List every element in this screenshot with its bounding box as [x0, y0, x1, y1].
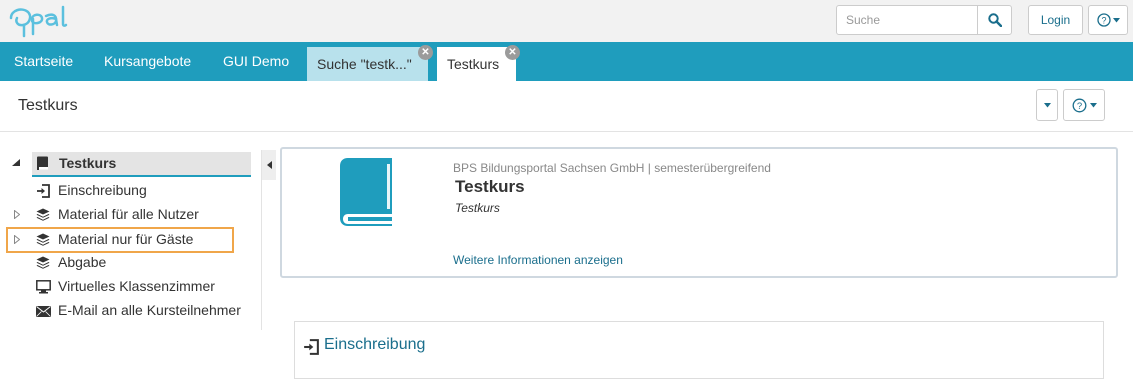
expanded-triangle-icon[interactable] [12, 159, 20, 166]
search-input[interactable] [837, 6, 978, 34]
tab-label: Suche "testk..." [317, 56, 412, 72]
course-info-card: BPS Bildungsportal Sachsen GmbH | semest… [280, 147, 1118, 278]
course-navigation-tree: Testkurs Einschreibung Material für alle… [0, 132, 262, 384]
chevron-down-icon [1112, 17, 1120, 22]
tree-item-abgabe[interactable]: Abgabe [0, 252, 250, 274]
chevron-left-icon [266, 161, 272, 169]
login-button[interactable]: Login [1028, 5, 1083, 35]
search-box [836, 5, 1012, 35]
tree-item-material-gaeste[interactable]: Material nur für Gäste [6, 227, 234, 253]
chevron-down-icon [1089, 102, 1097, 107]
envelope-icon [36, 306, 51, 317]
collapse-sidebar-button[interactable] [262, 150, 276, 180]
course-subtitle: Testkurs [455, 201, 500, 215]
tree-item-material-alle-nutzer[interactable]: Material für alle Nutzer [0, 204, 250, 226]
enrollment-icon [304, 339, 319, 355]
page-title: Testkurs [18, 97, 78, 114]
course-title: Testkurs [455, 177, 525, 196]
book-icon [340, 158, 392, 226]
enrollment-panel: Einschreibung [294, 321, 1104, 379]
course-help-button[interactable]: ? [1063, 89, 1105, 121]
help-icon: ? [1096, 13, 1111, 27]
page-title-bar: Testkurs ? [0, 81, 1133, 132]
svg-text:?: ? [1076, 101, 1081, 112]
nav-item-kursangebote[interactable]: Kursangebote [104, 42, 191, 81]
collapsed-triangle-icon[interactable] [14, 210, 20, 219]
tree-root-testkurs[interactable]: Testkurs [8, 152, 251, 177]
close-testkurs-tab-icon[interactable]: ✕ [505, 45, 520, 60]
search-button[interactable] [978, 6, 1012, 34]
opal-logo[interactable] [8, 4, 80, 38]
nav-item-startseite[interactable]: Startseite [14, 42, 73, 81]
tree-item-label: Material für alle Nutzer [58, 206, 199, 222]
main-navigation: Startseite Kursangebote GUI Demo Suche "… [0, 42, 1133, 81]
more-info-link[interactable]: Weitere Informationen anzeigen [453, 253, 623, 267]
tree-item-email-kursteilnehmer[interactable]: E-Mail an alle Kursteilnehmer [0, 300, 250, 322]
tree-item-label: E-Mail an alle Kursteilnehmer [58, 302, 241, 318]
course-tools-dropdown-button[interactable] [1036, 89, 1058, 121]
layers-icon [36, 233, 50, 246]
tree-item-label: Material nur für Gäste [58, 231, 194, 247]
book-icon [37, 156, 48, 170]
help-icon: ? [1072, 98, 1086, 112]
help-menu-button[interactable]: ? [1088, 5, 1128, 35]
course-provider: BPS Bildungsportal Sachsen GmbH | semest… [453, 161, 771, 175]
tab-label: Testkurs [447, 56, 500, 72]
close-search-tab-icon[interactable]: ✕ [418, 45, 433, 60]
tree-item-label: Abgabe [58, 254, 107, 270]
svg-text:?: ? [1101, 16, 1106, 26]
tab-search-results[interactable]: Suche "testk..." [307, 47, 428, 81]
search-icon [988, 13, 1002, 27]
tree-item-label: Einschreibung [58, 182, 147, 198]
tree-item-virtuelles-klassenzimmer[interactable]: Virtuelles Klassenzimmer [0, 276, 250, 298]
top-header: Login ? [0, 0, 1133, 42]
enrollment-icon [37, 184, 50, 198]
collapsed-triangle-icon[interactable] [14, 235, 20, 244]
layers-icon [36, 208, 50, 221]
enrollment-link[interactable]: Einschreibung [324, 336, 425, 354]
nav-item-gui-demo[interactable]: GUI Demo [223, 42, 289, 81]
tree-item-label: Virtuelles Klassenzimmer [58, 278, 215, 294]
tree-item-einschreibung[interactable]: Einschreibung [0, 180, 250, 202]
tree-root-label: Testkurs [59, 155, 117, 171]
monitor-icon [36, 280, 51, 294]
tree-root-underline [32, 175, 251, 177]
chevron-down-icon [1043, 102, 1051, 107]
layers-icon [36, 256, 50, 269]
